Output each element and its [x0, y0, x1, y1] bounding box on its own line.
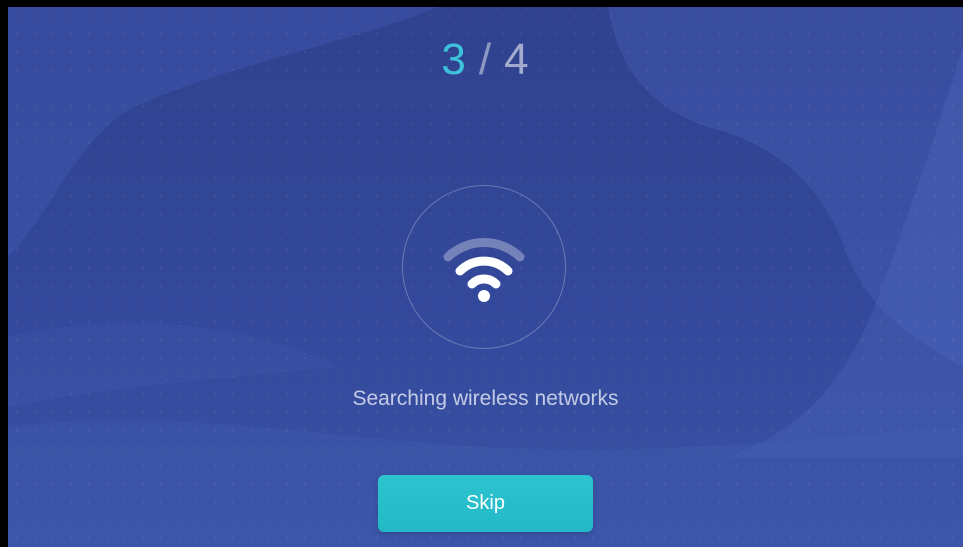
skip-button[interactable]: Skip [378, 475, 593, 532]
status-text: Searching wireless networks [352, 387, 619, 410]
step-total: 4 [504, 35, 530, 84]
step-current: 3 [441, 35, 467, 84]
step-indicator: 3/4 [8, 35, 963, 85]
setup-wizard-screen: 3/4 Searching wireless networks Skip [8, 7, 963, 547]
wifi-icon [443, 238, 525, 302]
step-separator: / [478, 35, 493, 84]
